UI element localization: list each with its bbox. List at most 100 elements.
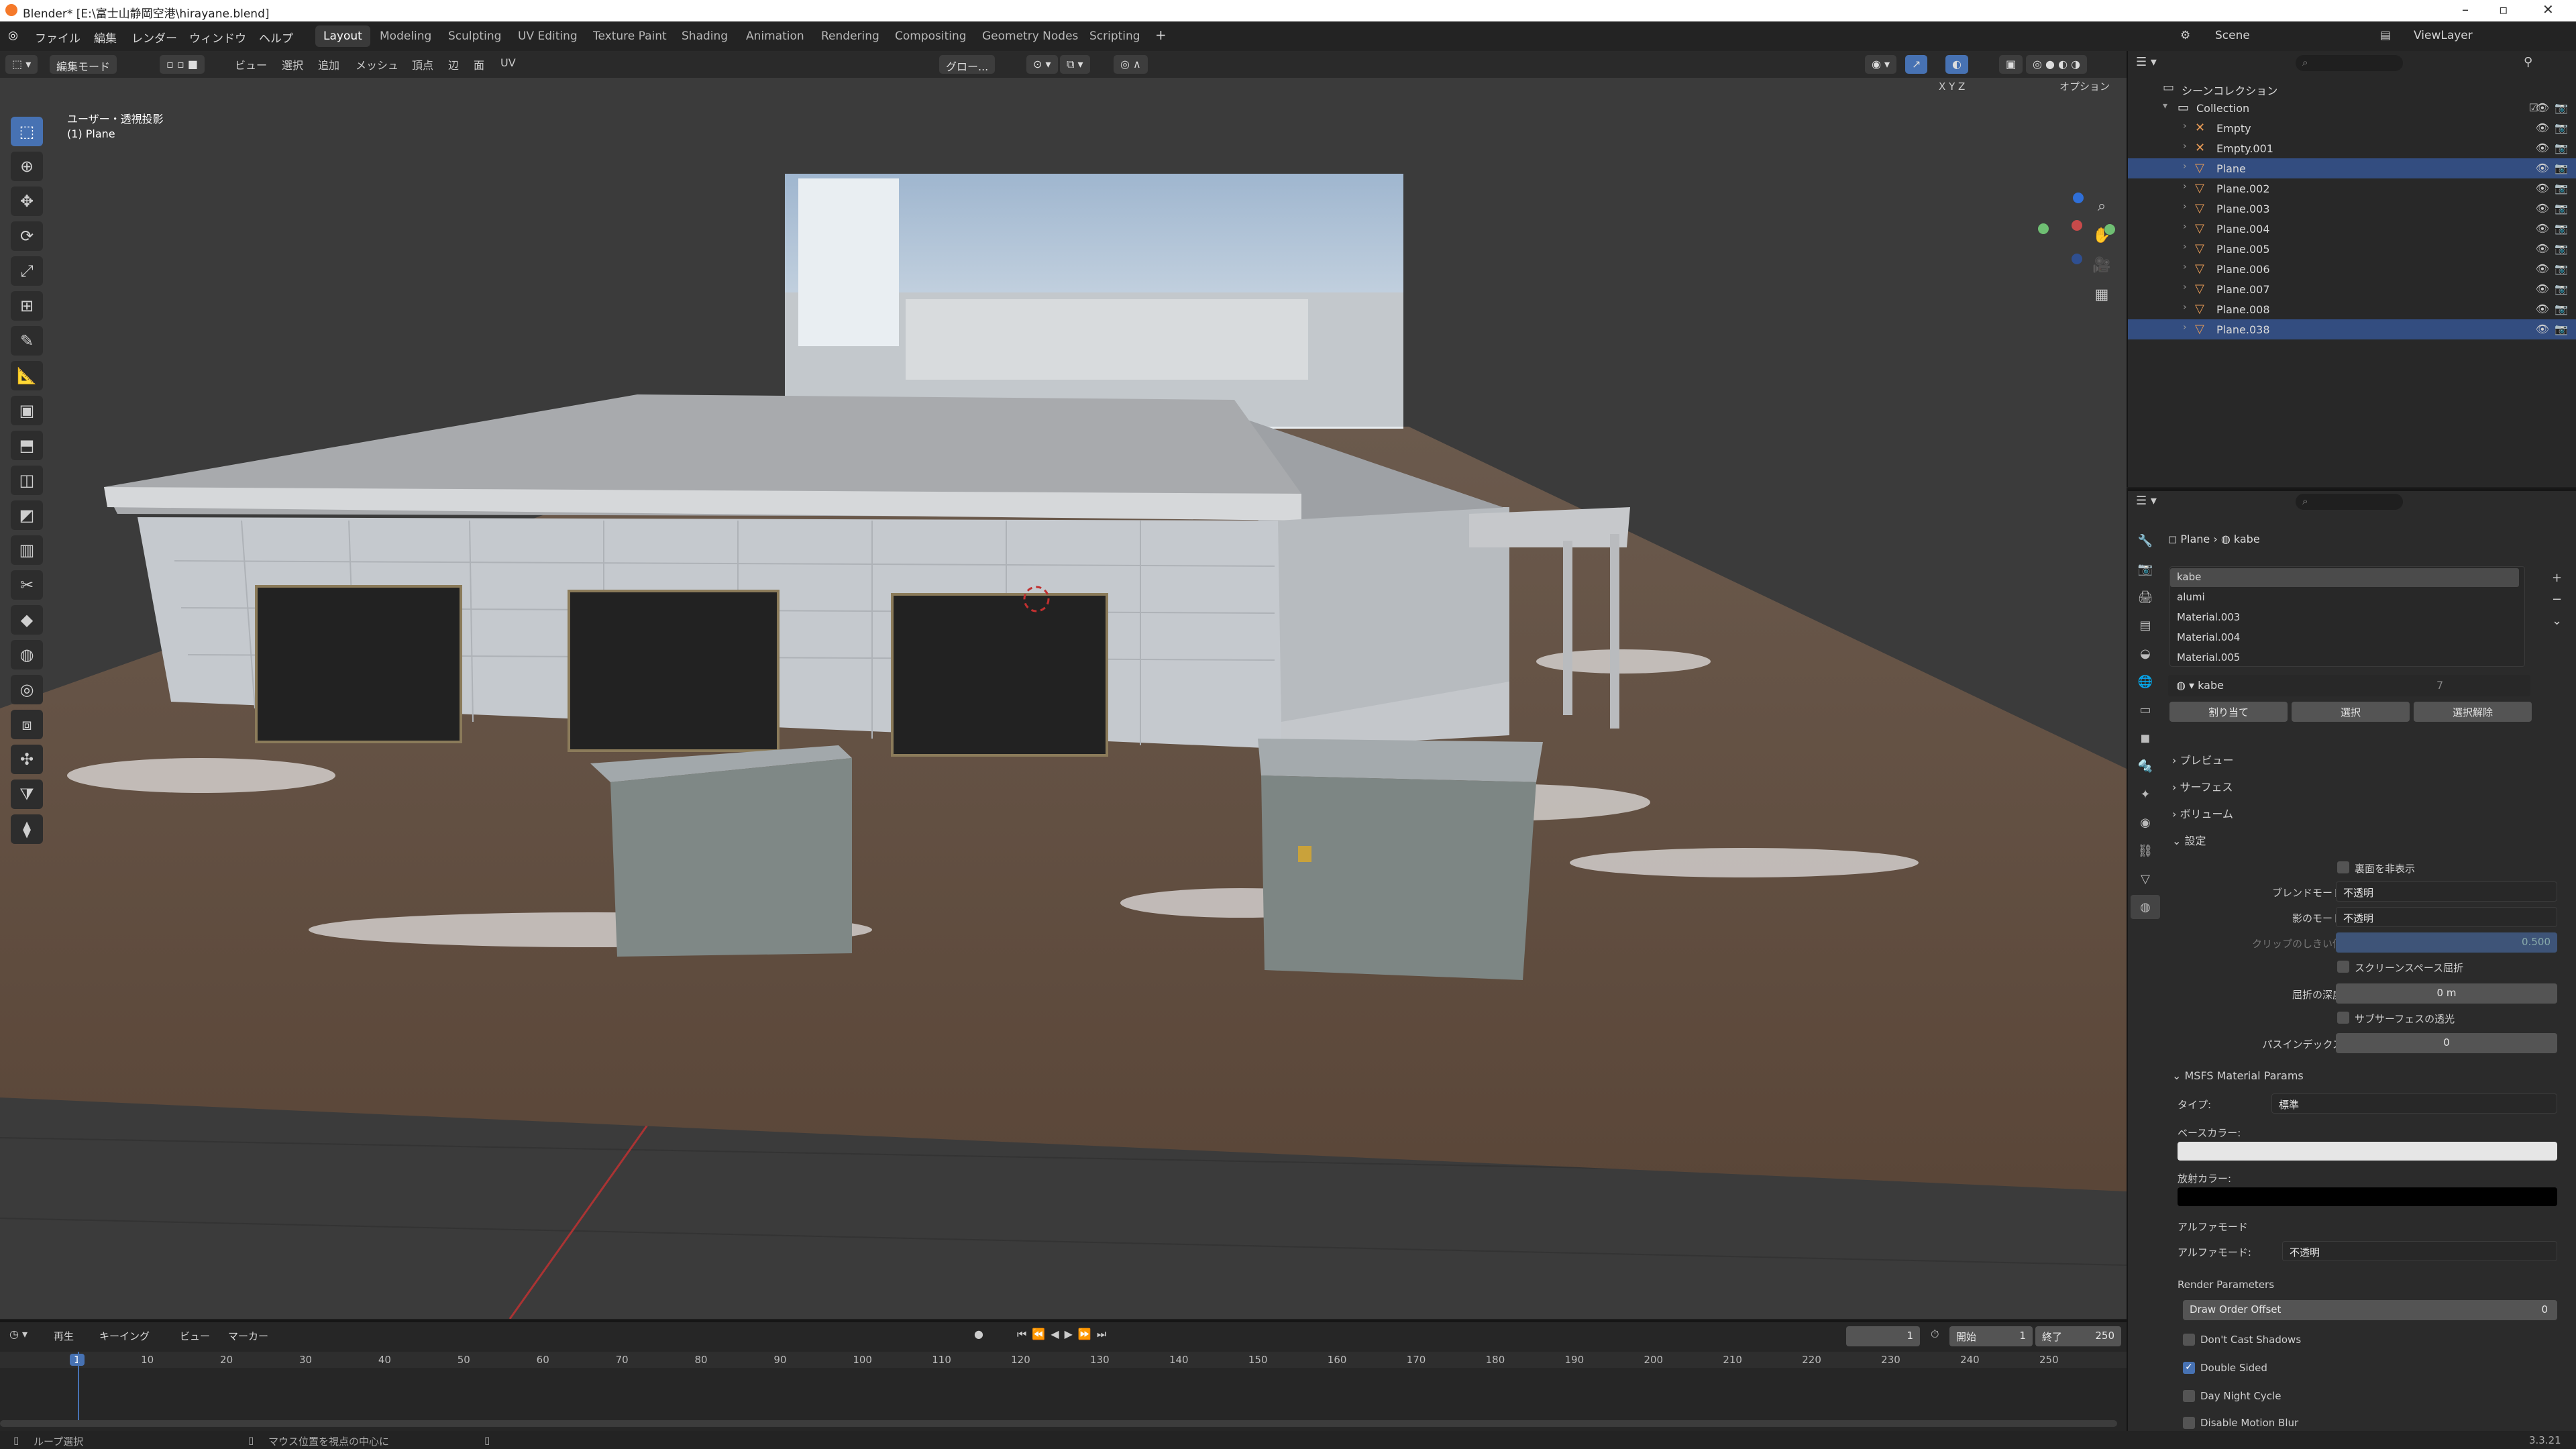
day-night-checkbox[interactable] — [2183, 1390, 2195, 1402]
scene-name[interactable]: Scene — [2215, 29, 2250, 42]
filter-icon[interactable]: ⚲ — [2524, 55, 2532, 69]
visibility-eye-icon[interactable]: 👁 — [2536, 142, 2549, 154]
mode-dropdown[interactable]: 編集モード — [50, 55, 117, 74]
subsurface-checkbox[interactable] — [2337, 1012, 2349, 1024]
camera-view-icon[interactable]: 🎥 — [2092, 251, 2112, 280]
current-frame-field[interactable]: 1 — [1846, 1326, 1920, 1346]
timeline-menu-playback[interactable]: 再生 — [54, 1329, 74, 1343]
zoom-icon[interactable]: ⌕ — [2092, 192, 2112, 221]
expand-arrow-icon[interactable]: › — [2183, 322, 2187, 333]
menu-mesh[interactable]: メッシュ — [356, 56, 398, 72]
outliner-item[interactable]: › ▽ Plane.002 👁 📷 — [2128, 178, 2576, 199]
deselect-button[interactable]: 選択解除 — [2414, 702, 2532, 722]
menu-add[interactable]: 追加 — [318, 56, 339, 72]
data-tab-icon[interactable]: ▽ — [2131, 867, 2160, 891]
outliner-item[interactable]: › ✕ Empty.001 👁 📷 — [2128, 138, 2576, 158]
world-tab-icon[interactable]: 🌐 — [2131, 669, 2160, 694]
render-camera-icon[interactable]: 📷 — [2555, 282, 2568, 295]
render-camera-icon[interactable]: 📷 — [2555, 162, 2568, 174]
render-camera-icon[interactable]: 📷 — [2555, 142, 2568, 154]
add-cube-tool-icon[interactable]: ▣ — [11, 396, 43, 425]
object-tab-icon[interactable]: ◼ — [2131, 726, 2160, 750]
properties-editor-type-icon[interactable]: ☰ ▾ — [2136, 494, 2157, 508]
expand-arrow-icon[interactable]: › — [2183, 221, 2187, 232]
properties-search-input[interactable]: ⌕ — [2296, 494, 2403, 510]
expand-arrow-icon[interactable]: › — [2183, 121, 2187, 131]
shadow-mode-dropdown[interactable]: 不透明 — [2336, 907, 2557, 927]
poly-build-tool-icon[interactable]: ◆ — [11, 605, 43, 635]
visibility-eye-icon[interactable]: 👁 — [2536, 303, 2549, 315]
render-camera-icon[interactable]: 📷 — [2555, 242, 2568, 255]
visibility-eye-icon[interactable]: 👁 — [2536, 222, 2549, 235]
view-layer-tab-icon[interactable]: ▤ — [2131, 613, 2160, 637]
timeline-scrollbar[interactable] — [0, 1420, 2117, 1427]
screen-refraction-checkbox[interactable] — [2337, 961, 2349, 973]
visibility-eye-icon[interactable]: 👁 — [2536, 323, 2549, 335]
playback-controls[interactable]: ⏮⏪◀▶⏩⏭ — [1017, 1328, 1112, 1341]
render-camera-icon[interactable]: 📷 — [2555, 182, 2568, 195]
render-camera-icon[interactable]: 📷 — [2555, 323, 2568, 335]
menu-window[interactable]: ウィンドウ — [189, 29, 246, 46]
menu-render[interactable]: レンダー — [131, 29, 177, 46]
settings-section[interactable]: ⌄ 設定 — [2172, 832, 2206, 848]
double-sided-checkbox[interactable]: ✓ — [2183, 1362, 2195, 1374]
material-tab-icon[interactable]: ◍ — [2131, 895, 2160, 919]
msfs-section[interactable]: ⌄ MSFS Material Params — [2172, 1069, 2304, 1082]
workspace-tab-rendering[interactable]: Rendering — [813, 25, 888, 47]
end-frame-field[interactable]: 終了 250 — [2035, 1326, 2121, 1346]
smooth-tool-icon[interactable]: ◎ — [11, 675, 43, 704]
inset-tool-icon[interactable]: ◫ — [11, 466, 43, 495]
expand-arrow-icon[interactable]: › — [2183, 181, 2187, 192]
assign-button[interactable]: 割り当て — [2169, 702, 2288, 722]
transform-orientation-dropdown[interactable]: グロー... — [939, 55, 996, 74]
render-camera-icon[interactable]: 📷 — [2555, 202, 2568, 215]
workspace-tab-texture-paint[interactable]: Texture Paint — [585, 25, 675, 47]
visibility-eye-icon[interactable]: 👁 — [2536, 162, 2549, 174]
navigation-buttons[interactable]: ⌕ ✋ 🎥 ▦ — [2092, 192, 2112, 310]
material-slot[interactable]: Material.004 — [2177, 631, 2240, 643]
expand-arrow-icon[interactable]: › — [2183, 241, 2187, 252]
transform-tool-icon[interactable]: ⊞ — [11, 291, 43, 321]
close-icon[interactable]: ✕ — [2542, 1, 2554, 17]
start-frame-field[interactable]: 開始 1 — [1949, 1326, 2033, 1346]
3d-viewport[interactable]: ユーザー・透視投影 (1) Plane X Y Z オプション ⌕ ✋ 🎥 ▦ — [0, 78, 2127, 1319]
extrude-tool-icon[interactable]: ⬒ — [11, 431, 43, 460]
menu-edit[interactable]: 編集 — [94, 29, 117, 46]
playhead[interactable] — [78, 1352, 79, 1426]
render-camera-icon[interactable]: 📷 — [2555, 121, 2568, 134]
pan-hand-icon[interactable]: ✋ — [2092, 221, 2112, 251]
move-tool-icon[interactable]: ✥ — [11, 186, 43, 216]
menu-view[interactable]: ビュー — [235, 56, 267, 72]
options-button[interactable]: オプション — [2059, 79, 2110, 93]
volume-section[interactable]: › ボリューム — [2172, 805, 2233, 821]
shear-tool-icon[interactable]: ⧩ — [11, 780, 43, 809]
collection-tab-icon[interactable]: ▭ — [2131, 698, 2160, 722]
particles-tab-icon[interactable]: ✦ — [2131, 782, 2160, 806]
menu-file[interactable]: ファイル — [35, 29, 80, 46]
material-slot[interactable]: Material.005 — [2177, 651, 2240, 663]
workspace-tab-layout[interactable]: Layout — [315, 25, 370, 47]
workspace-tab-animation[interactable]: Animation — [738, 25, 812, 47]
constraints-tab-icon[interactable]: ⛓ — [2131, 839, 2160, 863]
visibility-eye-icon[interactable]: 👁 — [2536, 202, 2549, 215]
menu-help[interactable]: ヘルプ — [259, 29, 293, 46]
cursor-tool-icon[interactable]: ⊕ — [11, 152, 43, 181]
render-tab-icon[interactable]: 📷 — [2131, 557, 2160, 581]
outliner-item[interactable]: › ▽ Plane.007 👁 📷 — [2128, 279, 2576, 299]
draw-order-field[interactable]: Draw Order Offset 0 — [2183, 1300, 2557, 1320]
collection-expand-icon[interactable]: ▾ — [2163, 101, 2167, 111]
visibility-eye-icon[interactable]: 👁 — [2536, 182, 2549, 195]
workspace-tab-uv-editing[interactable]: UV Editing — [510, 25, 586, 47]
spin-tool-icon[interactable]: ◍ — [11, 640, 43, 669]
visibility-eye-icon[interactable]: 👁 — [2536, 121, 2549, 134]
select-box-tool-icon[interactable]: ⬚ — [11, 117, 43, 146]
ortho-grid-icon[interactable]: ▦ — [2092, 280, 2112, 310]
outliner-item[interactable]: › ▽ Plane.006 👁 📷 — [2128, 259, 2576, 279]
shrink-tool-icon[interactable]: ✣ — [11, 745, 43, 774]
render-camera-icon[interactable]: 📷 — [2555, 262, 2568, 275]
select-button[interactable]: 選択 — [2292, 702, 2410, 722]
output-tab-icon[interactable]: 🖨 — [2131, 585, 2160, 609]
expand-arrow-icon[interactable]: › — [2183, 201, 2187, 212]
knife-tool-icon[interactable]: ✂ — [11, 570, 43, 600]
expand-arrow-icon[interactable]: › — [2183, 141, 2187, 152]
